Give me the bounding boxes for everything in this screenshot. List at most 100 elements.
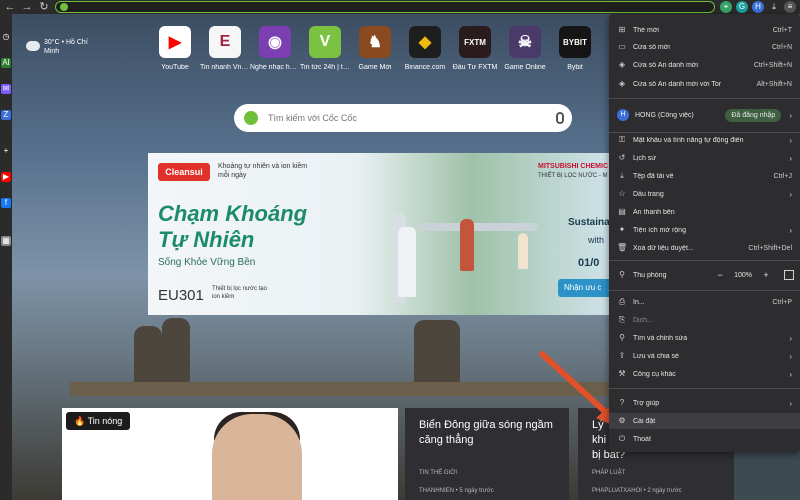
menu-item-find-edit[interactable]: ⚲ Tìm và chỉnh sửa › <box>609 330 800 346</box>
menu-item-passwords[interactable]: ⚿ Mật khẩu và tính năng tự động điền › <box>609 132 800 148</box>
shortcut-binance[interactable]: ◆ Binance.com <box>400 26 450 71</box>
music-icon: ◉ <box>259 26 291 58</box>
shortcut-label: Tin nhanh VnE... <box>200 64 250 71</box>
sidebar: ◷ AI ✉ Z + ▶ f ▦ <box>0 14 12 500</box>
profile-icon[interactable]: H <box>752 1 764 13</box>
signed-in-badge: Đã đăng nhập <box>725 108 782 122</box>
hand-sculpture-right <box>414 320 460 390</box>
menu-icon[interactable]: ≡ <box>784 1 796 13</box>
menu-divider <box>609 260 800 261</box>
menu-item-new-tab[interactable]: ⊞ Thẻ mới Ctrl+T <box>609 22 800 38</box>
menu-item-new-window[interactable]: ▭ Cửa sổ mới Ctrl+N <box>609 39 800 55</box>
menu-item-clear-data[interactable]: 🗑 Xoá dữ liệu duyệt... Ctrl+Shift+Del <box>609 240 800 256</box>
menu-profile[interactable]: H HỒNG (Công việc) Đã đăng nhập › <box>609 104 800 126</box>
golden-bridge <box>70 382 610 396</box>
menu-item-shortcut: Ctrl+P <box>772 298 792 306</box>
menu-item-exit[interactable]: ⏻ Thoát <box>609 431 800 447</box>
messenger-icon[interactable]: ✉ <box>1 84 11 94</box>
binance-icon: ◆ <box>409 26 441 58</box>
shortcut-bybit[interactable]: BYBIT Bybit <box>550 26 600 71</box>
shortcut-label: Game Mới <box>358 64 392 71</box>
fxtm-icon: FXTM <box>459 26 491 58</box>
puzzle-icon: ✦ <box>618 225 626 234</box>
menu-item-incognito-tor[interactable]: ◈ Cửa sổ Ẩn danh mới với Tor Alt+Shift+N <box>609 76 800 92</box>
zoom-out-button[interactable]: − <box>714 269 726 281</box>
history-icon[interactable]: ◷ <box>1 32 11 42</box>
ad-banner[interactable]: Cleansui Khoảng tự nhiên và ion kiềm mỗi… <box>148 153 610 315</box>
menu-item-shortcut: Ctrl+Shift+N <box>753 61 792 69</box>
banner-date: 01/0 <box>578 257 600 269</box>
menu-item-zoom: ⚲ Thu phóng − 100% + <box>609 267 800 283</box>
banner-model-sub: Thiết bị lọc nước tạo ion kiềm <box>212 286 267 300</box>
grammarly-icon[interactable]: G <box>736 1 748 13</box>
youtube-icon[interactable]: ▶ <box>1 172 11 182</box>
add-icon[interactable]: + <box>1 146 11 156</box>
zoom-in-button[interactable]: + <box>760 269 772 281</box>
menu-divider <box>609 290 800 291</box>
game-icon: ♞ <box>359 26 391 58</box>
zalo-icon[interactable]: Z <box>1 110 11 120</box>
menu-item-label: Lịch sử <box>633 154 656 162</box>
forward-icon[interactable]: → <box>20 0 34 14</box>
chevron-right-icon: › <box>789 333 792 343</box>
fullscreen-icon[interactable] <box>784 270 794 280</box>
shortcut-label: Đầu Tư FXTM <box>452 64 498 71</box>
weather-city: Minh <box>44 48 60 55</box>
menu-item-label: Thẻ mới <box>633 26 659 34</box>
menu-item-translate[interactable]: ⎘ Dịch... <box>609 312 800 328</box>
banner-brand: Cleansui <box>158 163 210 181</box>
shortcut-youtube[interactable]: ▶ YouTube <box>150 26 200 71</box>
menu-item-shortcut: Ctrl+T <box>772 26 792 34</box>
shortcut-game-online[interactable]: ☠ Game Online <box>500 26 550 71</box>
menu-item-history[interactable]: ↺ Lịch sử › <box>609 150 800 166</box>
menu-item-save-share[interactable]: ⇪ Lưu và chia sẻ › <box>609 348 800 364</box>
tools-icon: ⚒ <box>618 369 626 378</box>
menu-item-settings[interactable]: ⚙ Cài đặt <box>609 413 800 429</box>
menu-item-incognito[interactable]: ◈ Cửa sổ Ẩn danh mới Ctrl+Shift+N <box>609 57 800 73</box>
vnexpress-icon: E <box>209 26 241 58</box>
location-icon[interactable]: ⌖ <box>720 1 732 13</box>
search-input[interactable] <box>268 113 548 123</box>
back-icon[interactable]: ← <box>3 0 17 14</box>
child-figure-image <box>518 233 528 269</box>
menu-item-print[interactable]: ⎙ In... Ctrl+P <box>609 294 800 310</box>
menu-item-help[interactable]: ? Trợ giúp › <box>609 395 800 411</box>
reload-icon[interactable]: ↻ <box>37 0 51 14</box>
game-online-icon: ☠ <box>509 26 541 58</box>
menu-item-downloads[interactable]: ⤓ Tệp đã tải về Ctrl+J <box>609 168 800 184</box>
new-tab-icon: ⊞ <box>618 25 626 34</box>
search-box[interactable] <box>234 104 572 132</box>
news-category: PHÁP LUẬT <box>592 470 626 476</box>
shortcut-vnexpress[interactable]: E Tin nhanh VnE... <box>200 26 250 71</box>
thumbnail-icon[interactable]: ▦ <box>1 236 11 246</box>
address-bar[interactable] <box>55 1 715 13</box>
menu-item-label: Thoát <box>633 435 651 443</box>
gear-icon: ⚙ <box>618 416 626 425</box>
weather-widget[interactable]: 30°C • Hồ Chí Minh <box>26 38 98 60</box>
menu-item-label: Trợ giúp <box>633 399 660 407</box>
cloud-icon <box>26 41 40 51</box>
shortcut-music[interactable]: ◉ Nghe nhạc hay... <box>250 26 300 71</box>
banner-cta[interactable]: Nhận ưu c <box>558 279 610 297</box>
zoom-icon: ⚲ <box>619 270 625 279</box>
print-icon: ⎙ <box>618 297 626 306</box>
menu-item-extensions[interactable]: ✦ Tiện ích mở rộng › <box>609 222 800 238</box>
incognito-icon: ◈ <box>618 60 626 69</box>
hand-sculpture-left <box>134 326 162 386</box>
microphone-icon[interactable] <box>556 112 564 124</box>
search-icon: ⚲ <box>619 333 625 342</box>
shortcut-fxtm[interactable]: FXTM Đầu Tư FXTM <box>450 26 500 71</box>
shortcut-news24h[interactable]: V Tin tức 24h | ti... <box>300 26 350 71</box>
menu-item-hide-sidebar[interactable]: ▤ Ẩn thanh bên <box>609 204 800 220</box>
download-icon: ⤓ <box>620 171 624 180</box>
menu-item-bookmarks[interactable]: ☆ Dấu trang › <box>609 186 800 202</box>
hot-news-card[interactable]: 🔥 Tin nóng <box>62 408 398 500</box>
star-icon: ☆ <box>618 189 626 198</box>
menu-item-shortcut: Ctrl+J <box>773 172 792 180</box>
menu-item-label: Dấu trang <box>633 190 664 198</box>
download-icon[interactable]: ⤓ <box>768 1 780 13</box>
shortcut-new-game[interactable]: ♞ Game Mới <box>350 26 400 71</box>
menu-item-more-tools[interactable]: ⚒ Công cụ khác › <box>609 366 800 382</box>
facebook-icon[interactable]: f <box>1 198 11 208</box>
ai-icon[interactable]: AI <box>1 58 11 68</box>
